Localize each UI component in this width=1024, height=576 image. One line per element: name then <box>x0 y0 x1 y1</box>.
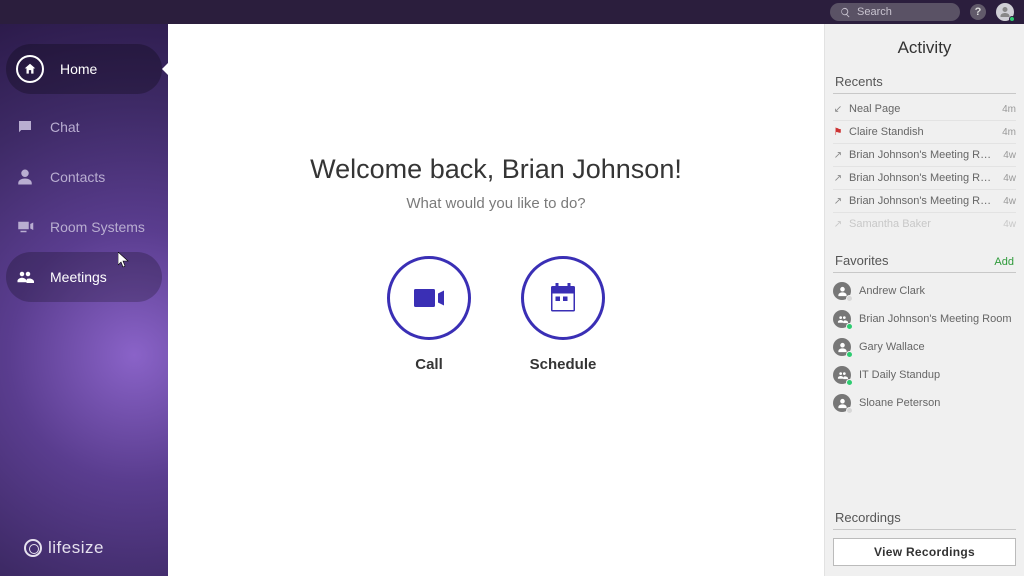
status-dot <box>846 379 853 386</box>
arrow-out-icon: ↗ <box>833 219 843 230</box>
recent-name: Neal Page <box>849 103 996 115</box>
recent-time: 4m <box>1002 104 1016 115</box>
favorite-name: Gary Wallace <box>859 341 925 353</box>
status-dot <box>846 407 853 414</box>
recent-name: Samantha Baker <box>849 218 997 230</box>
status-dot <box>846 351 853 358</box>
arrow-out-icon: ↗ <box>833 173 843 184</box>
person-icon <box>833 394 851 412</box>
recent-row[interactable]: ↙ Neal Page 4m <box>833 98 1016 121</box>
favorite-row[interactable]: Sloane Peterson <box>833 389 1016 417</box>
status-dot <box>846 323 853 330</box>
recent-time: 4w <box>1003 219 1016 230</box>
group-icon <box>833 366 851 384</box>
recordings-section: Recordings View Recordings <box>833 506 1016 566</box>
recent-time: 4w <box>1003 173 1016 184</box>
top-bar: Search ? <box>0 0 1024 24</box>
recent-time: 4w <box>1003 150 1016 161</box>
search-icon <box>840 7 851 18</box>
main-area: Welcome back, Brian Johnson! What would … <box>168 24 824 576</box>
favorite-name: Sloane Peterson <box>859 397 940 409</box>
arrow-in-icon: ↙ <box>833 104 843 115</box>
action-row: Call Schedule <box>387 256 605 373</box>
arrow-out-icon: ↗ <box>833 196 843 207</box>
favorites-list: Andrew Clark Brian Johnson's Meeting Room… <box>833 277 1016 417</box>
recent-row[interactable]: ↗ Brian Johnson's Meeting Room 4w <box>833 167 1016 190</box>
recordings-header: Recordings <box>833 506 1016 530</box>
sidebar-item-label: Meetings <box>50 269 107 285</box>
view-recordings-button[interactable]: View Recordings <box>833 538 1016 566</box>
recents-header: Recents <box>833 70 1016 94</box>
calendar-icon <box>545 280 581 316</box>
call-label: Call <box>415 356 443 373</box>
sidebar-item-contacts[interactable]: Contacts <box>0 152 168 202</box>
logo-text: lifesize <box>48 538 104 558</box>
logo-icon <box>24 539 42 557</box>
favorites-add-link[interactable]: Add <box>994 256 1014 268</box>
sidebar-item-room-systems[interactable]: Room Systems <box>0 202 168 252</box>
recent-name: Brian Johnson's Meeting Room <box>849 149 997 161</box>
sidebar-item-meetings[interactable]: Meetings <box>6 252 162 302</box>
welcome-heading: Welcome back, Brian Johnson! <box>310 154 682 185</box>
recents-list: ↙ Neal Page 4m ⚑ Claire Standish 4m ↗ Brian Joh… <box>833 98 1016 235</box>
recent-time: 4m <box>1002 127 1016 138</box>
room-systems-icon <box>16 218 34 236</box>
search-placeholder: Search <box>857 6 892 18</box>
sidebar-item-label: Room Systems <box>50 219 145 235</box>
help-icon[interactable]: ? <box>970 4 986 20</box>
favorite-name: Andrew Clark <box>859 285 925 297</box>
favorite-row[interactable]: Andrew Clark <box>833 277 1016 305</box>
status-dot <box>846 295 853 302</box>
arrow-out-icon: ↗ <box>833 150 843 161</box>
recent-time: 4w <box>1003 196 1016 207</box>
recent-row[interactable]: ↗ Brian Johnson's Meeting Room 4w <box>833 144 1016 167</box>
logo: lifesize <box>24 538 104 558</box>
active-indicator <box>162 63 168 75</box>
person-icon <box>833 338 851 356</box>
sidebar-item-label: Chat <box>50 119 80 135</box>
group-icon <box>833 310 851 328</box>
favorite-row[interactable]: Gary Wallace <box>833 333 1016 361</box>
call-button[interactable]: Call <box>387 256 471 373</box>
favorite-row[interactable]: Brian Johnson's Meeting Room <box>833 305 1016 333</box>
activity-title: Activity <box>833 38 1016 58</box>
welcome-subtitle: What would you like to do? <box>406 195 585 212</box>
recents-header-label: Recents <box>835 74 883 89</box>
video-icon <box>411 280 447 316</box>
schedule-label: Schedule <box>530 356 597 373</box>
favorite-name: Brian Johnson's Meeting Room <box>859 313 1012 325</box>
sidebar-item-chat[interactable]: Chat <box>0 102 168 152</box>
recent-name: Brian Johnson's Meeting Room <box>849 172 997 184</box>
recent-name: Brian Johnson's Meeting Room <box>849 195 997 207</box>
favorites-header-label: Favorites <box>835 253 888 268</box>
recent-name: Claire Standish <box>849 126 996 138</box>
sidebar-item-label: Home <box>60 61 97 77</box>
search-input[interactable]: Search <box>830 3 960 21</box>
sidebar-item-home[interactable]: Home <box>6 44 162 94</box>
favorite-name: IT Daily Standup <box>859 369 940 381</box>
favorite-row[interactable]: IT Daily Standup <box>833 361 1016 389</box>
sidebar: Home Chat Contacts Room Systems Meetings… <box>0 24 168 576</box>
recent-row[interactable]: ↗ Samantha Baker 4w <box>833 213 1016 235</box>
recent-row[interactable]: ↗ Brian Johnson's Meeting Room 4w <box>833 190 1016 213</box>
user-avatar[interactable] <box>996 3 1014 21</box>
schedule-button[interactable]: Schedule <box>521 256 605 373</box>
status-dot-online <box>1009 16 1015 22</box>
recent-row[interactable]: ⚑ Claire Standish 4m <box>833 121 1016 144</box>
favorites-header: Favorites Add <box>833 249 1016 273</box>
activity-panel: Activity Recents ↙ Neal Page 4m ⚑ Claire Sta… <box>824 24 1024 576</box>
person-icon <box>833 282 851 300</box>
meetings-icon <box>16 268 34 286</box>
home-icon <box>16 55 44 83</box>
contacts-icon <box>16 168 34 186</box>
flag-icon: ⚑ <box>833 127 843 138</box>
sidebar-item-label: Contacts <box>50 169 105 185</box>
chat-icon <box>16 118 34 136</box>
